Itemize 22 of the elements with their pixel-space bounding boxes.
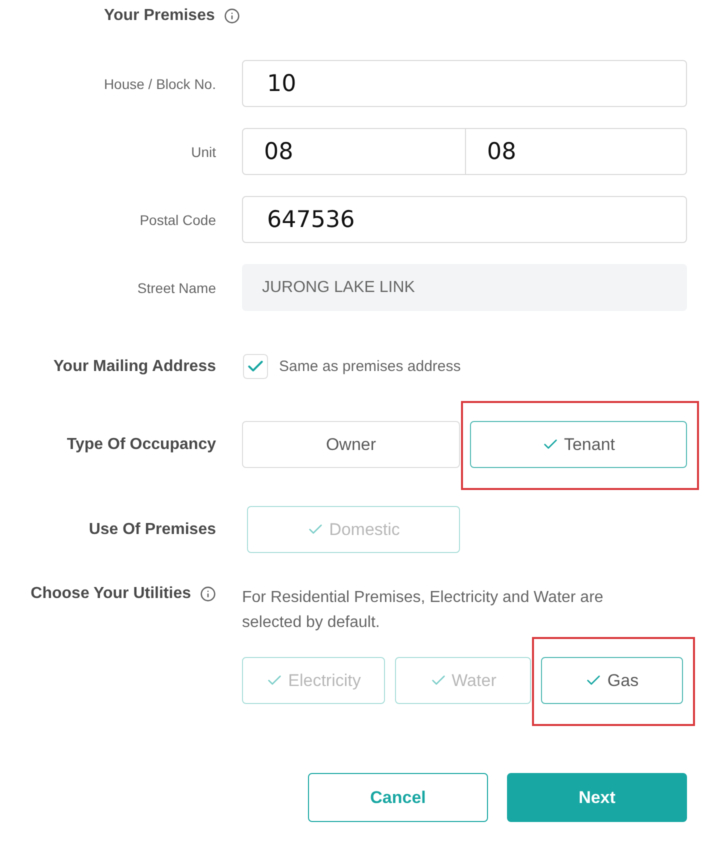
text-field[interactable]: 647536 bbox=[242, 196, 687, 243]
field-label: Postal Code bbox=[140, 212, 216, 228]
readonly-field: JURONG LAKE LINK bbox=[242, 264, 687, 311]
section-label: Use Of Premises bbox=[88, 520, 216, 538]
info-icon[interactable] bbox=[224, 8, 240, 24]
info-icon[interactable] bbox=[200, 586, 216, 602]
checkbox-label[interactable]: Same as premises address bbox=[279, 358, 461, 375]
option-button[interactable]: Tenant bbox=[470, 421, 687, 468]
field-label: Street Name bbox=[137, 280, 216, 296]
text-field[interactable]: 10 bbox=[242, 60, 687, 107]
option-button[interactable]: Gas bbox=[541, 657, 683, 704]
section-label: Type Of Occupancy bbox=[66, 436, 216, 454]
section-title: Your Premises bbox=[104, 7, 215, 25]
section-label: Choose Your Utilities bbox=[30, 585, 191, 603]
text-field[interactable]: 08 bbox=[242, 128, 466, 175]
text-field[interactable]: 08 bbox=[466, 128, 687, 175]
option-button[interactable]: Owner bbox=[242, 421, 460, 468]
utilities-note: For Residential Premises, Electricity and Water are selected by default. bbox=[242, 588, 604, 633]
field-label: House / Block No. bbox=[104, 76, 216, 92]
checkbox[interactable] bbox=[243, 354, 268, 379]
field-label: Unit bbox=[191, 144, 216, 160]
section-label: Your Mailing Address bbox=[53, 358, 216, 376]
